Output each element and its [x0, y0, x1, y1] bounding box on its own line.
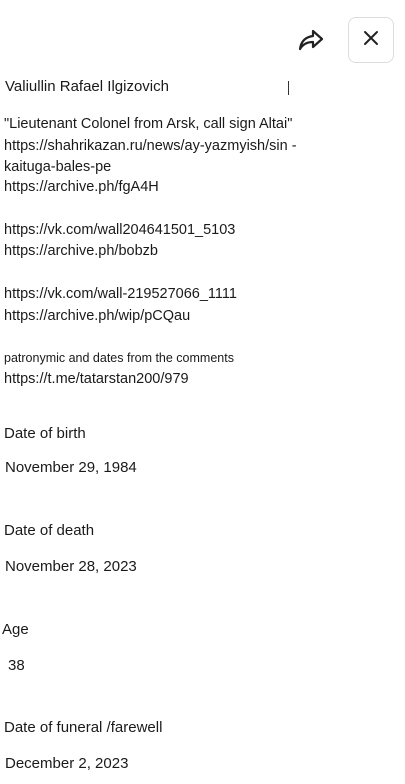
birth-value: November 29, 1984	[5, 459, 137, 476]
person-name: Valiullin Rafael Ilgizovich	[5, 78, 169, 95]
funeral-value: December 2, 2023	[5, 755, 129, 772]
source-link[interactable]: https://t.me/tatarstan200/979	[4, 369, 189, 389]
close-button[interactable]	[348, 17, 394, 63]
source-link[interactable]: https://vk.com/wall204641501_5103	[4, 220, 235, 240]
source-link[interactable]: kaituga-bales-pe	[4, 157, 111, 177]
source-link[interactable]: https://archive.ph/bobzb	[4, 241, 158, 261]
share-button[interactable]	[292, 24, 330, 60]
top-bar	[0, 0, 405, 70]
text-cursor	[288, 81, 289, 95]
source-link[interactable]: https://vk.com/wall-219527066_1111	[4, 284, 237, 304]
death-value: November 28, 2023	[5, 558, 137, 575]
source-link[interactable]: https://archive.ph/fgA4H	[4, 177, 159, 197]
source-link[interactable]: https://shahrikazan.ru/news/ay-yazmyish/…	[4, 136, 297, 156]
age-label: Age	[2, 621, 29, 638]
age-value: 38	[8, 657, 25, 674]
source-link[interactable]: https://archive.ph/wip/pCQau	[4, 306, 190, 326]
close-icon	[363, 30, 379, 51]
funeral-label: Date of funeral /farewell	[4, 719, 163, 736]
birth-label: Date of birth	[4, 425, 86, 442]
death-label: Date of death	[4, 522, 95, 539]
source-note: patronymic and dates from the comments	[4, 351, 234, 365]
source-quote: "Lieutenant Colonel from Arsk, call sign…	[4, 116, 293, 132]
share-icon	[297, 28, 325, 57]
